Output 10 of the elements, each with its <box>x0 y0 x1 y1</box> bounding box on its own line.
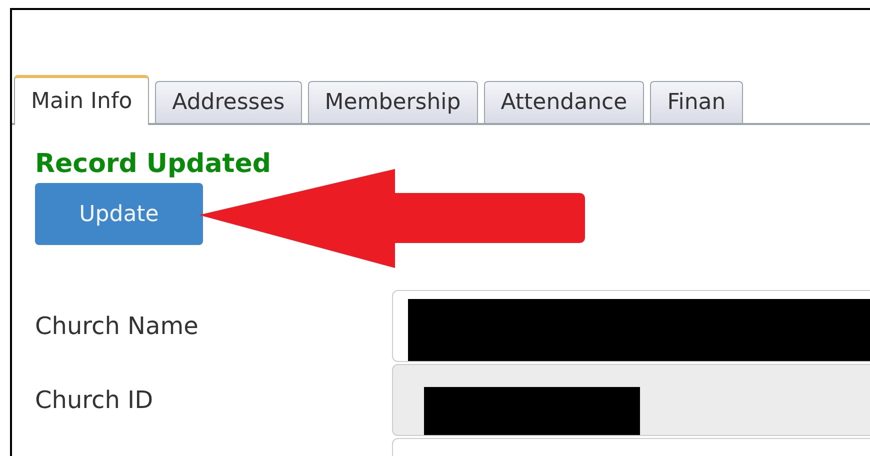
input-field[interactable] <box>392 290 870 362</box>
status-message: Record Updated <box>35 149 272 179</box>
field-label: Church Name <box>35 312 200 340</box>
tab[interactable]: Addresses <box>155 81 302 123</box>
update-button[interactable]: Update <box>35 183 203 245</box>
tab[interactable]: Attendance <box>484 81 644 123</box>
tab[interactable]: Membership <box>308 81 478 123</box>
tab[interactable]: Finan <box>650 81 743 123</box>
field-label: Church ID <box>35 386 154 414</box>
tab[interactable]: Main Info <box>14 75 150 125</box>
